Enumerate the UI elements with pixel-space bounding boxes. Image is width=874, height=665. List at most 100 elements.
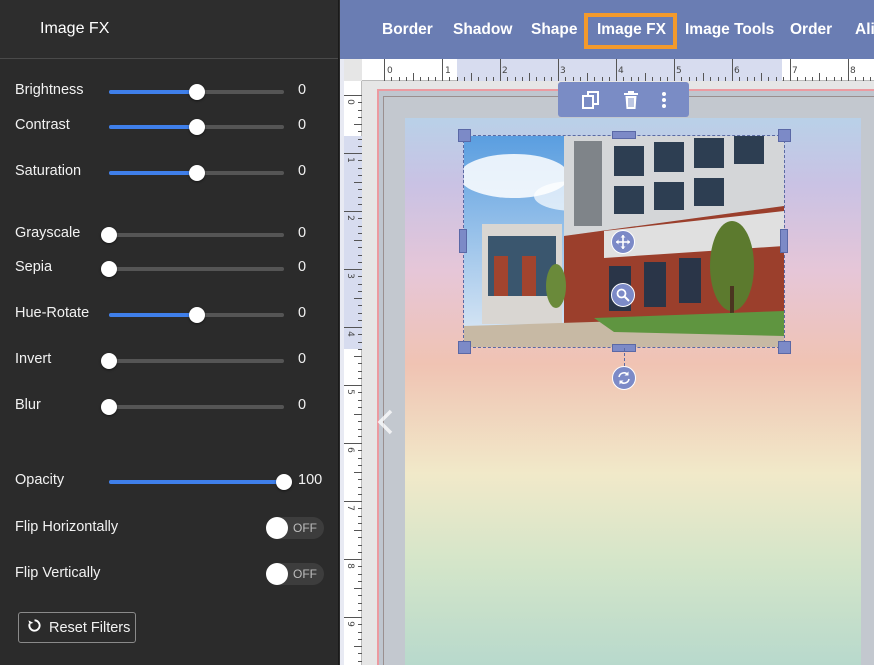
slider-knob[interactable] — [188, 165, 205, 181]
ruler-tick — [811, 77, 813, 81]
resize-handle-bottom-right[interactable] — [778, 341, 791, 354]
slider-knob[interactable] — [101, 261, 117, 277]
ruler-tick — [358, 421, 362, 423]
ruler-tick — [358, 334, 362, 336]
ruler-number: 6 — [344, 447, 355, 453]
opacity-slider[interactable] — [109, 474, 292, 490]
ruler-tick — [601, 77, 603, 81]
ruler-tick — [358, 486, 362, 488]
slider-label: Saturation — [15, 163, 82, 179]
trash-icon[interactable] — [622, 90, 640, 110]
ruler-tick — [358, 609, 362, 611]
tab-border[interactable]: Border — [382, 21, 433, 39]
resize-handle-left[interactable] — [459, 229, 467, 253]
ruler-tick — [826, 77, 828, 81]
tab-order[interactable]: Order — [790, 21, 832, 39]
ruler-tick — [358, 196, 362, 198]
slider-label: Invert — [15, 351, 52, 367]
ruler-tick — [358, 370, 362, 372]
move-icon[interactable] — [611, 230, 635, 254]
ruler-tick — [652, 77, 654, 81]
tab-align[interactable]: Ali — [855, 21, 874, 39]
invert-slider[interactable] — [101, 353, 284, 369]
contrast-slider[interactable] — [109, 119, 284, 135]
slider-knob[interactable] — [188, 84, 205, 100]
ruler-tick — [492, 77, 494, 81]
slider-value: 0 — [298, 117, 307, 133]
slider-knob[interactable] — [101, 227, 117, 243]
slider-label: Grayscale — [15, 225, 81, 241]
ruler-tick — [358, 225, 362, 227]
resize-handle-top[interactable] — [612, 131, 636, 139]
ruler-tick — [354, 472, 362, 473]
ruler-number: 2 — [344, 215, 355, 221]
reset-filters-button[interactable]: Reset Filters — [18, 612, 136, 643]
ruler-number: 8 — [344, 563, 355, 569]
slider-knob[interactable] — [188, 307, 205, 323]
ruler-tick — [630, 77, 632, 81]
ruler-tick — [688, 77, 690, 81]
blur-slider[interactable] — [101, 399, 284, 415]
tab-shape[interactable]: Shape — [531, 21, 578, 39]
ruler-tick — [358, 131, 362, 133]
brightness-slider-row: Brightness 0 — [0, 79, 339, 103]
ruler-tick — [358, 551, 362, 553]
resize-handle-top-left[interactable] — [458, 129, 471, 142]
ruler-tick — [354, 298, 362, 299]
ruler-tick — [358, 116, 362, 118]
tab-image-fx[interactable]: Image FX — [597, 21, 666, 39]
toggle-state: OFF — [293, 521, 317, 535]
ruler-tick — [833, 77, 835, 81]
ruler-tick — [358, 218, 362, 220]
ruler-tick — [427, 77, 429, 81]
horizontal-ruler[interactable]: 0 1 2 3 4 5 6 7 8 — [362, 59, 874, 81]
duplicate-icon[interactable] — [581, 90, 601, 110]
ruler-tick — [717, 77, 719, 81]
chevron-left-icon[interactable] — [376, 408, 394, 444]
ruler-tick — [358, 508, 362, 510]
ruler-tick — [358, 290, 362, 292]
slider-value: 0 — [298, 225, 307, 241]
ruler-tick — [398, 77, 400, 81]
ruler-tick — [790, 59, 791, 81]
resize-handle-top-right[interactable] — [778, 129, 791, 142]
hue-rotate-slider[interactable] — [109, 307, 284, 323]
grayscale-slider[interactable] — [101, 227, 284, 243]
resize-handle-bottom-left[interactable] — [458, 341, 471, 354]
ruler-tick — [358, 254, 362, 256]
ruler-tick — [358, 428, 362, 430]
ruler-tick — [543, 77, 545, 81]
resize-handle-right[interactable] — [780, 229, 788, 253]
tab-image-tools[interactable]: Image Tools — [685, 21, 774, 39]
ruler-tick — [579, 77, 581, 81]
vertical-ruler[interactable]: 0 1 2 3 4 5 6 7 8 9 — [344, 81, 362, 665]
ruler-tick — [358, 624, 362, 626]
slider-knob[interactable] — [101, 399, 117, 415]
invert-slider-row: Invert 0 — [0, 348, 339, 372]
ruler-tick — [358, 631, 362, 633]
ruler-number: 7 — [792, 66, 798, 76]
panel-title: Image FX — [40, 20, 110, 37]
brightness-slider[interactable] — [109, 84, 284, 100]
ruler-tick — [354, 356, 362, 357]
ruler-tick — [344, 559, 362, 560]
saturation-slider[interactable] — [109, 165, 284, 181]
more-vertical-icon[interactable] — [661, 91, 667, 109]
ruler-tick — [674, 59, 675, 81]
ruler-tick — [358, 145, 362, 147]
ruler-tick — [797, 77, 799, 81]
rotate-icon[interactable] — [612, 366, 636, 390]
tab-shadow[interactable]: Shadow — [453, 21, 512, 39]
reset-filters-label: Reset Filters — [49, 619, 131, 636]
zoom-icon[interactable] — [611, 283, 635, 307]
ruler-tick — [358, 167, 362, 169]
ruler-tick — [500, 59, 501, 81]
flip-horizontally-toggle[interactable]: OFF — [266, 517, 324, 539]
slider-knob[interactable] — [188, 119, 205, 135]
flip-vertically-toggle[interactable]: OFF — [266, 563, 324, 585]
sepia-slider[interactable] — [101, 261, 284, 277]
ruler-tick — [710, 77, 712, 81]
slider-knob[interactable] — [276, 474, 292, 490]
slider-knob[interactable] — [101, 353, 117, 369]
ruler-number: 5 — [676, 66, 682, 76]
